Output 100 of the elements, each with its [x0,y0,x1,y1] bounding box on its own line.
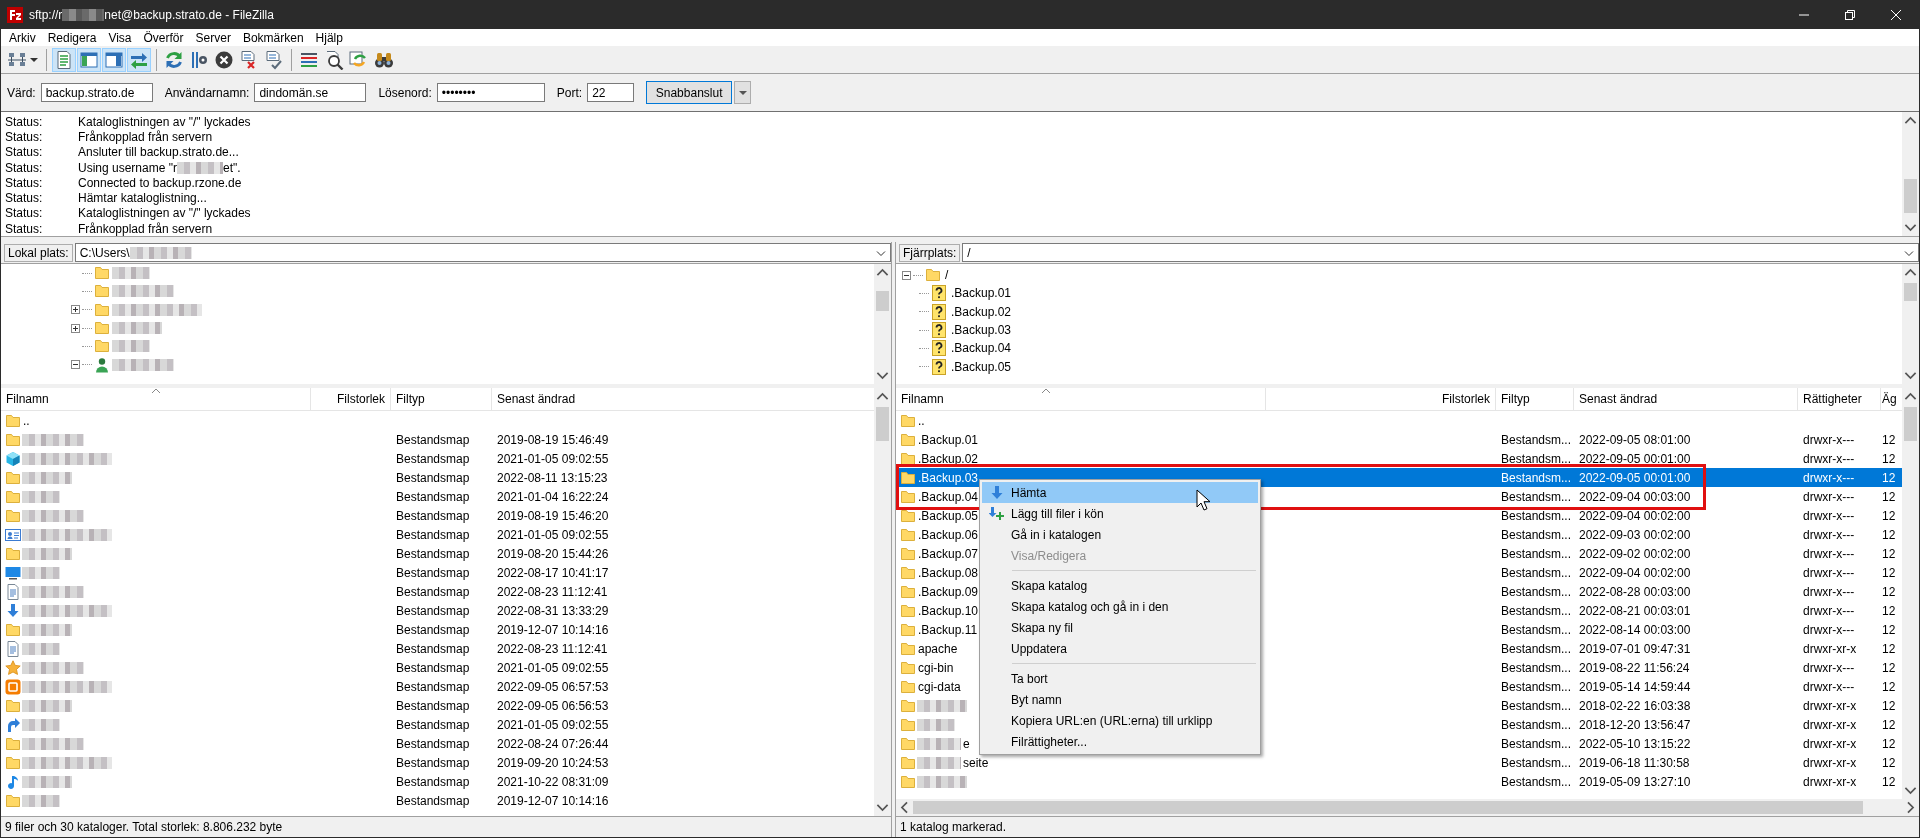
log-message: et". [222,160,241,175]
menu-item[interactable]: Överför [137,29,190,46]
log-message: Connected to backup.rzone.de [78,175,242,190]
table-cell-text: 2021-01-05 09:02:55 [496,717,610,732]
column-header[interactable]: Filtyp [391,388,492,410]
scrollbar-thumb[interactable] [1904,179,1917,213]
table-cell-text: 12 [1881,489,1897,504]
column-header[interactable]: Senast ändrad [1574,388,1798,410]
table-cell-text: Bestandsm... [1500,736,1573,751]
table-cell-text: Bestandsm... [1500,603,1573,618]
table-cell-text: drwxr-x--- [1802,546,1856,561]
tree-item[interactable]: .Backup.05 [949,359,1012,374]
table-cell-text: Bestandsm... [1500,755,1573,770]
file-name: cgi-bin [917,660,954,675]
table-cell-text: Bestandsmap [395,508,471,523]
menu-item[interactable]: Visa [102,29,138,46]
folder-icon [5,412,21,429]
menu-item[interactable]: Hjälp [309,29,349,46]
column-header[interactable]: Filstorlek [1266,388,1496,410]
tree-item[interactable]: .Backup.02 [949,304,1012,319]
file-name: .Backup.03 [917,470,979,485]
tree-item[interactable]: / [943,268,949,283]
column-header[interactable]: Senast ändrad [492,388,691,410]
cancel-icon [214,49,234,70]
column-header[interactable]: Äg [1881,388,1902,410]
folder-icon [900,716,916,733]
table-cell-text: Bestandsmap [395,736,471,751]
table-cell-text: Bestandsmap [395,755,471,770]
menu-item[interactable]: Byt namn [982,689,1258,710]
menu-item[interactable]: Hämta [982,482,1258,503]
menu-item[interactable]: Bokmärken [236,29,310,46]
scrollbar-thumb[interactable] [876,407,889,441]
tree-item[interactable]: .Backup.03 [949,323,1012,338]
scrollbar-thumb[interactable] [1904,283,1917,301]
table-cell-text: Bestandsmap [395,489,471,504]
blurred-text [22,433,84,446]
scrollbar-thumb[interactable] [876,291,889,311]
scrollbar-thumb[interactable] [913,801,1863,814]
file-name: .Backup.05 [917,508,979,523]
table-cell-text: 2022-09-03 00:02:00 [1578,527,1692,542]
quickconnect-button[interactable]: Snabbanslut [646,81,733,104]
question-mark-icon [931,358,947,375]
user-icon [94,356,110,373]
path-field[interactable]: / [962,243,1919,262]
log-label: Status: [4,175,44,190]
menu-item[interactable]: Skapa katalog och gå in i den [982,596,1258,617]
toolbar-button[interactable] [102,47,126,72]
menu-item[interactable]: Kopiera URL:en (URL:erna) till urklipp [982,710,1258,731]
table-cell-text: Bestandsm... [1500,489,1573,504]
menu-item[interactable]: Ta bort [982,668,1258,689]
input-field[interactable]: 22 [587,83,635,102]
log-message: Using username "r [78,160,177,175]
menu-item[interactable]: Lägg till filer i kön [982,503,1258,524]
vertical-scrollbar[interactable] [1902,112,1919,236]
table-cell-text: Bestandsm... [1500,641,1573,656]
table-cell-text: drwxr-x--- [1802,470,1856,485]
table-cell-text: drwxr-x--- [1802,432,1856,447]
vertical-scrollbar[interactable] [874,388,891,816]
table-cell-text: 2022-08-17 10:41:17 [496,565,610,580]
column-header[interactable]: Filnamn [896,388,1266,410]
sort-indicator-icon [1041,388,1051,394]
table-cell-text: 2022-09-04 00:02:00 [1578,565,1692,580]
path-field[interactable]: C:\Users\ [74,243,891,262]
field-label: Användarnamn: [164,85,250,100]
input-field[interactable]: backup.strato.de [40,83,153,102]
menu-item[interactable]: Filrättigheter... [982,731,1258,752]
input-field[interactable]: •••••••• [436,83,545,102]
file-name: .Backup.09 [917,584,979,599]
column-header[interactable]: Filnamn [1,388,311,410]
vertical-scrollbar[interactable] [1902,264,1919,384]
table-cell-text: 12 [1881,641,1897,656]
column-header[interactable]: Rättigheter [1798,388,1881,410]
blurred-text [917,756,961,769]
table-cell-text: 12 [1881,470,1897,485]
vertical-scrollbar[interactable] [874,264,891,384]
menu-item[interactable]: Server [189,29,237,46]
column-header[interactable]: Filtyp [1496,388,1574,410]
column-header[interactable]: Filstorlek [311,388,391,410]
table-cell-text: drwxr-xr-x [1802,698,1858,713]
menu-item[interactable]: Uppdatera [982,638,1258,659]
menu-item[interactable]: Arkiv [3,29,42,46]
menu-item[interactable]: Redigera [41,29,103,46]
blurred-text [22,547,72,560]
table-cell-text: 12 [1881,736,1897,751]
toolbar-button[interactable] [52,47,76,72]
horizontal-scrollbar[interactable] [896,799,1919,816]
blurred-text [129,246,192,259]
refresh-icon [164,49,184,70]
menu-item[interactable]: Skapa ny fil [982,617,1258,638]
scrollbar-thumb[interactable] [1904,407,1917,441]
tree-item[interactable]: .Backup.04 [949,341,1012,356]
menu-item[interactable]: Gå in i katalogen [982,524,1258,545]
menu-item[interactable]: Skapa katalog [982,575,1258,596]
table-cell-text: Bestandsmap [395,698,471,713]
table-cell-text: drwxr-x--- [1802,660,1856,675]
input-field[interactable]: dindomän.se [254,83,367,102]
toolbar-button[interactable] [77,47,101,72]
dropdown-button[interactable] [734,81,752,104]
file-name: .Backup.07 [917,546,979,561]
tree-item[interactable]: .Backup.01 [949,286,1012,301]
